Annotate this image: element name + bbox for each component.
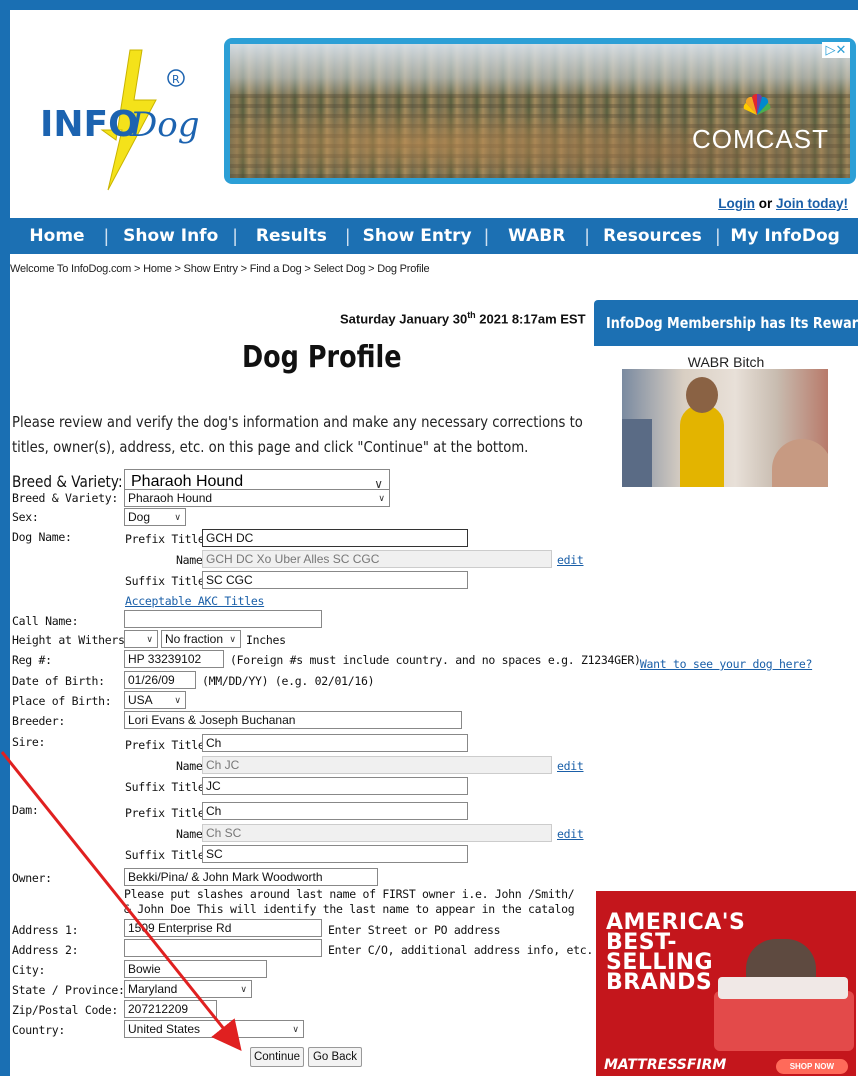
shop-now-button[interactable]: SHOP NOW xyxy=(775,1059,848,1074)
dob-input[interactable]: 01/26/09 xyxy=(124,671,196,689)
pob-label: Place of Birth: xyxy=(12,694,112,708)
dam-suffix-input[interactable]: SC xyxy=(202,845,468,863)
chevron-down-icon: ∨ xyxy=(378,493,385,503)
sire-prefix-input[interactable]: Ch xyxy=(202,734,468,752)
city-label: City: xyxy=(12,963,46,977)
address2-note: Enter C/O, additional address info, etc. xyxy=(328,943,593,957)
or-text: or xyxy=(754,196,776,211)
breadcrumb: Welcome To InfoDog.com > Home > Show Ent… xyxy=(10,263,430,275)
infodog-logo[interactable]: INFO Dog R xyxy=(38,30,218,192)
dog-name-edit-link[interactable]: edit xyxy=(557,553,584,567)
ad-choices-icon[interactable]: ▷✕ xyxy=(822,42,850,58)
nav-wabr[interactable]: WABR xyxy=(489,226,585,246)
address1-note: Enter Street or PO address xyxy=(328,923,501,937)
nav-my-infodog[interactable]: My InfoDog xyxy=(720,226,850,246)
sire-label: Sire: xyxy=(12,735,46,749)
address2-label: Address 2: xyxy=(12,943,79,957)
ad-bed-image xyxy=(714,977,854,1051)
main-nav: Home | Show Info | Results | Show Entry … xyxy=(10,218,858,254)
dam-edit-link[interactable]: edit xyxy=(557,827,584,841)
dog-prefix-input[interactable]: GCH DC xyxy=(202,529,468,547)
nav-show-entry[interactable]: Show Entry xyxy=(350,226,484,246)
chevron-down-icon: ∨ xyxy=(229,634,236,644)
intro-text: Please review and verify the dog's infor… xyxy=(12,413,583,456)
call-name-label: Call Name: xyxy=(12,614,79,628)
akc-titles-link[interactable]: Acceptable AKC Titles xyxy=(125,594,264,608)
dob-note: (MM/DD/YY) (e.g. 02/01/16) xyxy=(202,674,375,688)
dam-name-input: Ch SC xyxy=(202,824,552,842)
nav-show-info[interactable]: Show Info xyxy=(109,226,233,246)
address2-input[interactable] xyxy=(124,939,322,957)
breeder-label: Breeder: xyxy=(12,714,65,728)
dog-name-label: Dog Name: xyxy=(12,530,72,544)
nav-home[interactable]: Home xyxy=(10,226,104,246)
dob-label: Date of Birth: xyxy=(12,674,105,688)
nav-results[interactable]: Results xyxy=(237,226,345,246)
reg-label: Reg #: xyxy=(12,653,52,667)
go-back-button[interactable]: Go Back xyxy=(308,1047,362,1067)
city-input[interactable]: Bowie xyxy=(124,960,267,978)
chevron-down-icon: ∨ xyxy=(292,1024,299,1034)
dog-suffix-input[interactable]: SC CGC xyxy=(202,571,468,589)
comcast-text: COMCAST xyxy=(692,124,829,154)
chevron-down-icon: ∨ xyxy=(240,984,247,994)
pob-select[interactable]: USA ∨ xyxy=(124,691,186,709)
zip-label: Zip/Postal Code: xyxy=(12,1003,118,1017)
logo-text: INFO xyxy=(40,104,139,145)
state-label: State / Province: xyxy=(12,983,125,997)
height-fraction-select[interactable]: No fraction ∨ xyxy=(161,630,241,648)
page-title: Dog Profile xyxy=(242,340,402,375)
wabr-caption: WABR Bitch xyxy=(687,354,765,370)
dam-label: Dam: xyxy=(12,803,39,817)
peacock-icon xyxy=(743,93,771,115)
chevron-down-icon: ∨ xyxy=(174,695,181,705)
current-date: Saturday January 30th 2021 8:17am EST xyxy=(340,310,586,327)
dog-name-input: GCH DC Xo Uber Alles SC CGC xyxy=(202,550,552,568)
breed-select[interactable]: Pharaoh Hound ∨ xyxy=(124,489,390,507)
join-link[interactable]: Join today! xyxy=(776,196,848,211)
breed-big-label: Breed & Variety: xyxy=(12,472,123,491)
mattress-firm-ad[interactable]: AMERICA'S BEST- SELLING BRANDS MATTRESSF… xyxy=(596,891,856,1076)
wabr-photo[interactable] xyxy=(622,369,828,487)
reg-note: (Foreign #s must include country. and no… xyxy=(230,653,641,667)
address1-label: Address 1: xyxy=(12,923,79,937)
owner-label: Owner: xyxy=(12,871,52,885)
want-see-dog-link[interactable]: Want to see your dog here? xyxy=(594,657,858,671)
sex-label: Sex: xyxy=(12,510,39,524)
sire-name-input: Ch JC xyxy=(202,756,552,774)
height-inches-select[interactable]: ∨ xyxy=(124,630,158,648)
call-name-input[interactable] xyxy=(124,610,322,628)
inches-text: Inches xyxy=(246,633,286,647)
comcast-ad-banner[interactable]: ▷✕ COMCAST xyxy=(224,38,856,184)
sire-edit-link[interactable]: edit xyxy=(557,759,584,773)
login-link[interactable]: Login xyxy=(718,196,755,211)
svg-text:Dog: Dog xyxy=(129,105,200,145)
reg-input[interactable]: HP 33239102 xyxy=(124,650,224,668)
membership-heading: InfoDog Membership has Its Rewards xyxy=(594,300,858,346)
chevron-down-icon: ∨ xyxy=(146,634,153,644)
owner-input[interactable]: Bekki/Pina/ & John Mark Woodworth xyxy=(124,868,378,886)
mattress-firm-logo: MATTRESSFIRM xyxy=(604,1057,727,1073)
country-label: Country: xyxy=(12,1023,65,1037)
zip-input[interactable]: 207212209 xyxy=(124,1000,217,1018)
height-label: Height at Withers: xyxy=(12,633,132,647)
dam-prefix-input[interactable]: Ch xyxy=(202,802,468,820)
chevron-down-icon: ∨ xyxy=(174,512,181,522)
sex-select[interactable]: Dog ∨ xyxy=(124,508,186,526)
breed-label: Breed & Variety: xyxy=(12,491,118,505)
address1-input[interactable]: 1509 Enterprise Rd xyxy=(124,919,322,937)
login-line: Login or Join today! xyxy=(718,196,848,211)
continue-button[interactable]: Continue xyxy=(250,1047,304,1067)
svg-text:R: R xyxy=(172,73,180,86)
state-select[interactable]: Maryland ∨ xyxy=(124,980,252,998)
country-select[interactable]: United States ∨ xyxy=(124,1020,304,1038)
nav-resources[interactable]: Resources xyxy=(589,226,715,246)
comcast-logo: COMCAST xyxy=(692,93,829,155)
sire-suffix-input[interactable]: JC xyxy=(202,777,468,795)
breeder-input[interactable]: Lori Evans & Joseph Buchanan xyxy=(124,711,462,729)
page: INFO Dog R ▷✕ COMCAST Login or Join toda… xyxy=(10,10,858,1076)
